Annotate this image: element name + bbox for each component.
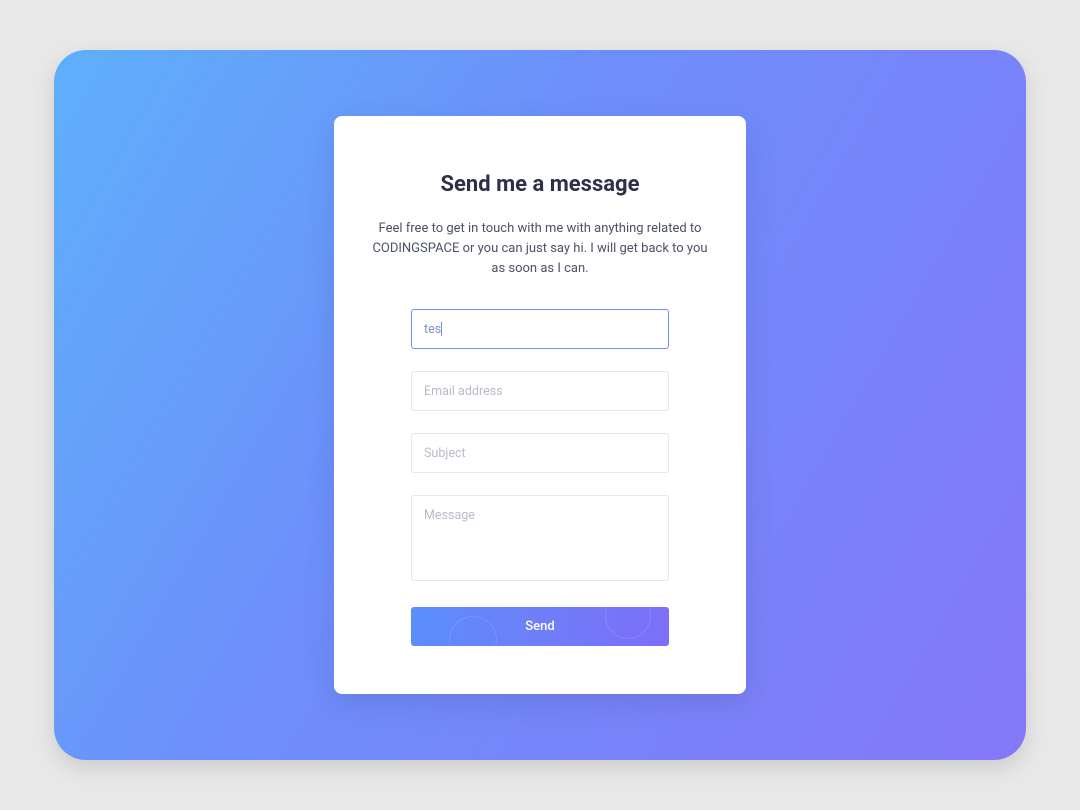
message-textarea[interactable] xyxy=(411,495,669,581)
gradient-background-card: Send me a message Feel free to get in to… xyxy=(54,50,1026,760)
message-field-wrap xyxy=(411,495,669,585)
name-input-value: tes xyxy=(424,322,441,337)
text-cursor xyxy=(441,322,442,336)
form-title: Send me a message xyxy=(440,172,639,197)
name-field-wrap: tes xyxy=(411,309,669,349)
email-field-wrap xyxy=(411,371,669,411)
contact-form-card: Send me a message Feel free to get in to… xyxy=(334,116,746,694)
name-input[interactable]: tes xyxy=(411,309,669,349)
subject-field-wrap xyxy=(411,433,669,473)
send-button[interactable]: Send xyxy=(411,607,669,646)
subject-input[interactable] xyxy=(411,433,669,473)
send-button-label: Send xyxy=(525,619,554,634)
email-input[interactable] xyxy=(411,371,669,411)
form-description: Feel free to get in touch with me with a… xyxy=(372,219,708,279)
